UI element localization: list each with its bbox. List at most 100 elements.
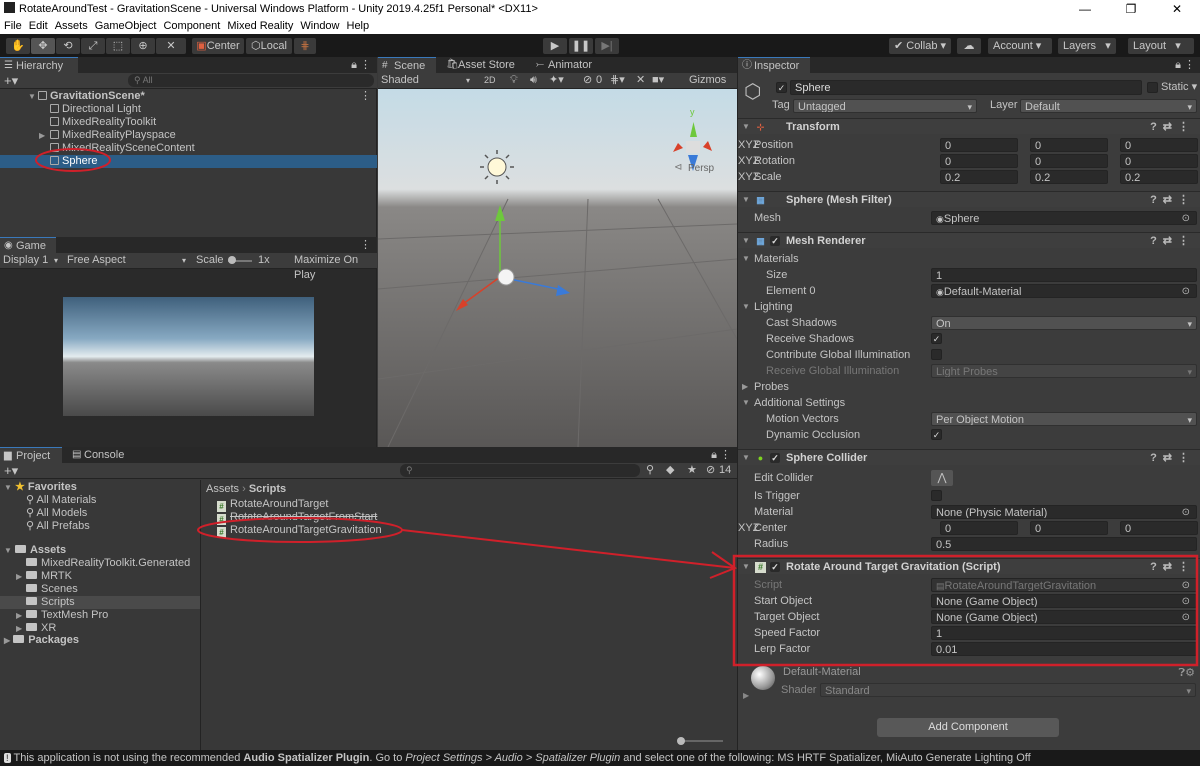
object-picker-icon[interactable]: ⊙ (1182, 285, 1190, 297)
panel-menu-icon[interactable]: ⋮ (360, 237, 371, 253)
menu-mixed-reality[interactable]: Mixed Reality (227, 20, 293, 32)
create-plus-icon[interactable]: +▾ (4, 463, 18, 478)
component-help-preset-menu-icons[interactable]: ?⇄⋮ (1150, 559, 1195, 575)
scene-menu-icon[interactable]: ⋮ (360, 90, 371, 103)
effects-icon[interactable]: ✦▾ (549, 73, 564, 88)
component-help-preset-menu-icons[interactable]: ?⇄⋮ (1150, 233, 1195, 249)
folder-scenes[interactable]: Scenes (0, 583, 200, 596)
foldout-arrow-icon[interactable]: ▼ (742, 299, 750, 315)
pivot-local-toggle[interactable]: ⬡Local (246, 38, 292, 54)
rotate-tool-icon[interactable]: ⟲ (56, 38, 80, 54)
tab-inspector[interactable]: ⓘ Inspector (738, 57, 810, 73)
radius-field[interactable]: 0.5 (931, 537, 1197, 551)
display-dropdown[interactable]: Display 1 (3, 253, 48, 268)
hierarchy-item-directional-light[interactable]: Directional Light (0, 103, 377, 116)
edit-collider-button[interactable]: ⋀ (931, 470, 953, 486)
play-button[interactable]: ▶ (543, 38, 567, 54)
cloud-icon[interactable]: ☁ (957, 38, 981, 54)
lock-icon[interactable]: 🔒︎ ⋮ (1175, 57, 1195, 73)
shader-dropdown[interactable]: Standard (820, 683, 1196, 697)
tab-hierarchy[interactable]: ☰ Hierarchy (0, 57, 78, 73)
favorite-all-materials[interactable]: ⚲ All Materials (26, 494, 96, 507)
maximize-button[interactable]: ❐ (1108, 0, 1154, 18)
center-z-input[interactable]: 0 (1120, 521, 1198, 535)
hierarchy-item-gravitationscene[interactable]: ▼ GravitationScene* ⋮ (0, 90, 377, 103)
object-picker-icon[interactable]: ⊙ (1182, 611, 1190, 623)
menu-window[interactable]: Window (300, 20, 339, 32)
tab-game[interactable]: ◉ Game (0, 237, 56, 253)
collab-button[interactable]: ✔ Collab ▾ (889, 38, 951, 54)
2d-toggle[interactable]: 2D (484, 73, 496, 88)
hierarchy-item-mixedrealityscenecontent[interactable]: MixedRealitySceneContent (0, 142, 377, 155)
static-dropdown[interactable]: Static ▾ (1161, 80, 1197, 93)
foldout-arrow-icon[interactable]: ▼ (742, 192, 750, 208)
lock-icon[interactable]: 🔒︎ ⋮ (711, 447, 731, 463)
hierarchy-item-sphere[interactable]: Sphere (0, 155, 377, 168)
foldout-arrow-icon[interactable]: ▶ (742, 379, 748, 395)
favorites-folder[interactable]: ▼ ★ Favorites (4, 481, 77, 494)
center-y-input[interactable]: 0 (1030, 521, 1108, 535)
material-field[interactable]: None (Physic Material) ⊙ (931, 505, 1197, 519)
tab-project[interactable]: ▆ Project (0, 447, 62, 463)
scale-tool-icon[interactable]: ⤢ (81, 38, 105, 54)
foldout-arrow-icon[interactable]: ▼ (742, 450, 750, 466)
auto-generate-lighting-status[interactable]: Auto Generate Lighting Off (900, 750, 1200, 766)
component-header[interactable]: ▼ ⊹ Transform ?⇄⋮ (738, 118, 1200, 134)
hidden-objects-icon[interactable]: ⊘ (583, 73, 592, 88)
object-picker-icon[interactable]: ⊙ (1182, 595, 1190, 607)
persp-label[interactable]: ⊲ (674, 162, 682, 173)
object-name-input[interactable]: Sphere (790, 80, 1142, 95)
component-header[interactable]: ▼ ▦ ✓ Mesh Renderer ?⇄⋮ (738, 232, 1200, 248)
component-enabled-checkbox[interactable]: ✓ (770, 236, 780, 246)
transform-tool-icon[interactable]: ⊕ (131, 38, 155, 54)
foldout-arrow-icon[interactable]: ▼ (742, 395, 750, 411)
target-object-field[interactable]: None (Game Object) ⊙ (931, 610, 1197, 624)
pause-button[interactable]: ❚❚ (569, 38, 593, 54)
expand-arrow-icon[interactable]: ▶ (16, 570, 22, 583)
layers-dropdown[interactable]: Layers ▾ (1058, 38, 1116, 54)
packages-folder[interactable]: ▶ Packages (4, 634, 79, 647)
tab-asset-store[interactable]: 🛍︎ Asset Store (442, 57, 522, 73)
speed-factor-field[interactable]: 1 (931, 626, 1197, 640)
scale-z-input[interactable]: 0.2 (1120, 170, 1198, 184)
tab-console[interactable]: ▤ Console (68, 447, 138, 463)
breadcrumb-assets[interactable]: Assets (206, 483, 239, 495)
receive-global-illumination-field[interactable]: Light Probes (931, 364, 1197, 378)
persp-label-text[interactable]: Persp (688, 163, 715, 174)
component-enabled-checkbox[interactable]: ✓ (770, 562, 780, 572)
size-field[interactable]: 1 (931, 268, 1197, 282)
receive-shadows-checkbox[interactable]: ✓ (931, 333, 942, 344)
script-file-rotatearoundtargetgravitation[interactable]: # RotateAroundTargetGravitation (217, 524, 382, 538)
component-header[interactable]: ▼ ▦ Sphere (Mesh Filter) ?⇄⋮ (738, 191, 1200, 207)
object-picker-icon[interactable]: ⊙ (1182, 212, 1190, 224)
object-picker-icon[interactable]: ⊙ (1182, 579, 1190, 591)
account-dropdown[interactable]: Account ▾ (988, 38, 1052, 54)
menu-component[interactable]: Component (163, 20, 220, 32)
folder-scripts[interactable]: Scripts (0, 596, 200, 609)
static-checkbox[interactable] (1147, 82, 1158, 93)
object-picker-icon[interactable]: ⊙ (1182, 506, 1190, 518)
lerp-factor-field[interactable]: 0.01 (931, 642, 1197, 656)
maximize-on-play-toggle[interactable]: Maximize On Play (294, 253, 377, 283)
cast-shadows-field[interactable]: On (931, 316, 1197, 330)
favorite-star-icon[interactable]: ★ (687, 463, 697, 478)
property-label[interactable]: Materials (754, 251, 799, 267)
move-tool-icon[interactable]: ✥ (31, 38, 55, 54)
hidden-packages-icon[interactable]: ⊘ (706, 463, 715, 478)
step-button[interactable]: ▶| (595, 38, 619, 54)
favorite-all-prefabs[interactable]: ⚲ All Prefabs (26, 520, 90, 533)
property-label[interactable]: Probes (754, 379, 789, 395)
filter-type-icon[interactable]: ⚲ (646, 463, 654, 478)
favorite-all-models[interactable]: ⚲ All Models (26, 507, 87, 520)
audio-toggle-icon[interactable]: 🔊︎ (530, 73, 537, 88)
aspect-dropdown[interactable]: Free Aspect (67, 253, 126, 268)
folder-mrtk[interactable]: ▶ MRTK (0, 570, 200, 583)
active-checkbox[interactable]: ✓ (776, 82, 787, 93)
camera-icon[interactable]: ■▾ (652, 73, 664, 88)
hierarchy-item-mixedrealityplayspace[interactable]: ▶ MixedRealityPlayspace (0, 129, 377, 142)
foldout-arrow-icon[interactable]: ▼ (742, 233, 750, 249)
contribute-global-illumination-checkbox[interactable] (931, 349, 942, 360)
component-header[interactable]: ▼ ● ✓ Sphere Collider ?⇄⋮ (738, 449, 1200, 465)
material-help-icon[interactable]: ❓︎⚙ (1179, 666, 1195, 680)
tab-scene[interactable]: # Scene (378, 57, 436, 73)
